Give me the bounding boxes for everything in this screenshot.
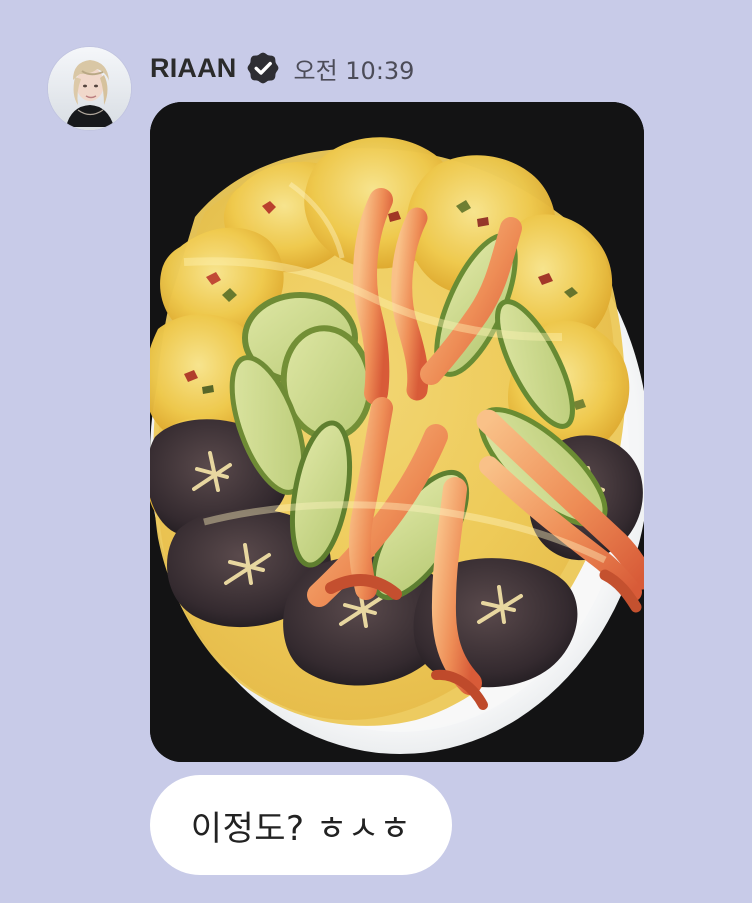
avatar[interactable]: [48, 47, 131, 130]
message-bubble[interactable]: 이정도? ㅎㅅㅎ: [150, 775, 452, 875]
chat-thread: RIAAN 오전 10:39 이정도? ㅎㅅㅎ: [0, 0, 752, 903]
message-text: 이정도? ㅎㅅㅎ: [190, 808, 412, 849]
food-photo: [150, 102, 644, 762]
verified-badge-icon: [246, 51, 280, 85]
message-timestamp: 오전 10:39: [293, 56, 415, 85]
message-header: RIAAN 오전 10:39: [150, 48, 414, 88]
message-photo[interactable]: [150, 102, 644, 762]
avatar-image: [48, 47, 131, 130]
sender-name[interactable]: RIAAN: [150, 53, 237, 84]
